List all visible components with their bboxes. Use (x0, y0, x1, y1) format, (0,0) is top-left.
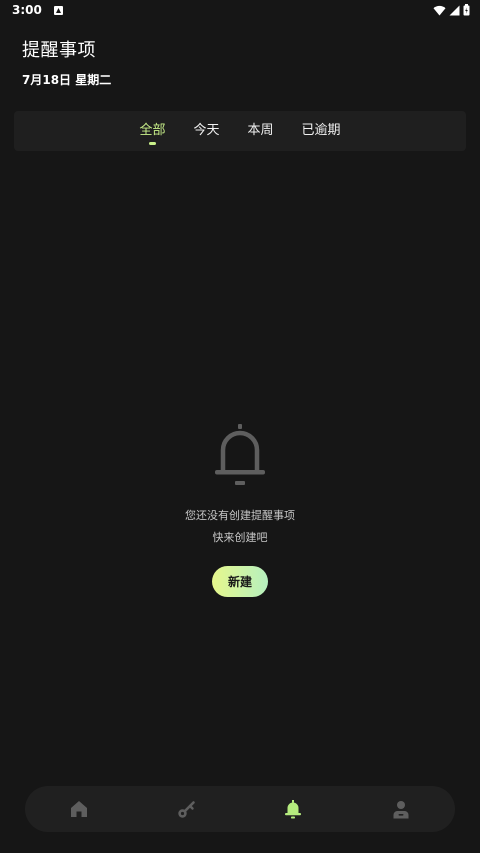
bottom-nav (25, 786, 455, 832)
status-bar: 3:00 (0, 0, 480, 20)
tab-label: 今天 (193, 123, 220, 138)
page-title: 提醒事项 (22, 40, 96, 61)
empty-submessage: 快来创建吧 (212, 531, 268, 544)
tab-today[interactable]: 今天 (179, 114, 233, 148)
reminders-screen: 3:00 提醒事项 7月18日 星期二 全部 今天 本周 已逾期 您还没有创建提… (0, 0, 480, 853)
tab-this-week[interactable]: 本周 (234, 114, 288, 148)
nav-reminders[interactable] (273, 786, 313, 832)
tab-label: 全部 (139, 123, 166, 138)
tab-label: 本周 (247, 123, 274, 138)
new-reminder-button[interactable]: 新建 (212, 566, 268, 597)
active-tab-indicator (149, 142, 157, 145)
wifi-icon (433, 5, 446, 16)
nav-home[interactable] (59, 786, 99, 832)
tab-overdue[interactable]: 已逾期 (288, 114, 355, 148)
signal-icon (449, 5, 460, 15)
tab-label: 已逾期 (301, 123, 341, 138)
page-date: 7月18日 星期二 (22, 73, 112, 87)
nav-profile[interactable] (381, 786, 421, 832)
status-time: 3:00 (12, 3, 42, 17)
profile-icon (393, 800, 409, 818)
battery-icon (463, 4, 470, 16)
bell-icon (285, 799, 301, 818)
nav-keys[interactable] (166, 786, 206, 832)
tab-all[interactable]: 全部 (125, 114, 179, 148)
key-icon (177, 800, 195, 818)
notification-icon (53, 5, 63, 15)
bell-icon (215, 424, 265, 485)
empty-message: 您还没有创建提醒事项 (185, 509, 295, 522)
filter-tabs: 全部 今天 本周 已逾期 (14, 111, 466, 151)
status-icons (433, 4, 470, 16)
home-icon (71, 801, 87, 817)
